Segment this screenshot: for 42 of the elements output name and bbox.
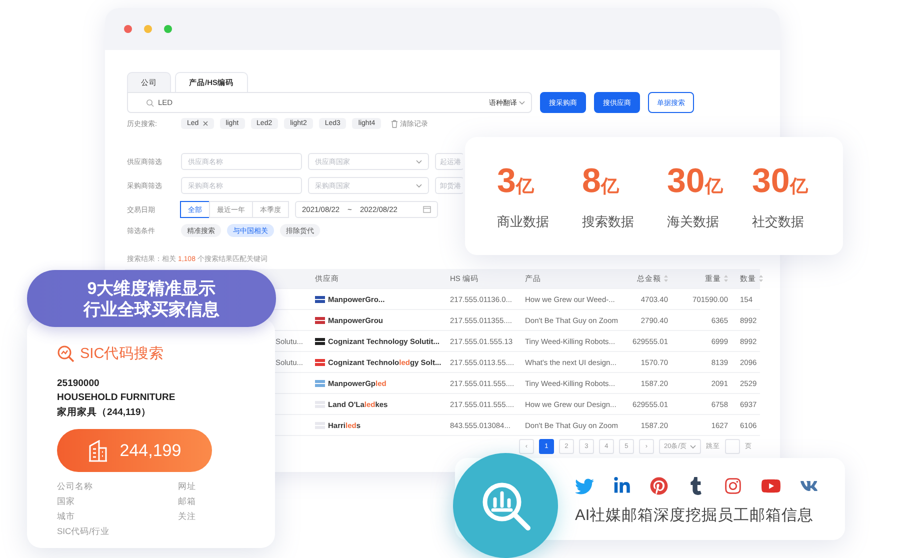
banner-text: 行业全球买家信息: [84, 298, 220, 320]
sic-code: 25190000: [57, 378, 100, 389]
stat-value: 30亿: [752, 163, 809, 202]
field-label: 关注: [178, 511, 197, 523]
stat-label: 商业数据: [497, 213, 550, 231]
close-icon[interactable]: [202, 121, 208, 126]
linkedin-icon[interactable]: [613, 477, 631, 495]
caret-icon: [690, 444, 696, 448]
search-icon: [57, 344, 75, 362]
field-label: 网址: [178, 481, 197, 493]
trash-icon: [391, 120, 398, 128]
close-dot[interactable]: [124, 25, 132, 33]
minimize-dot[interactable]: [144, 25, 152, 33]
twitter-icon[interactable]: [575, 476, 594, 496]
stat-value: 3亿: [497, 163, 535, 202]
stat-label: 搜索数据: [582, 213, 635, 231]
search-icon: [146, 98, 154, 106]
industry-name: HOUSEHOLD FURNITURE: [57, 392, 176, 403]
stat-label: 海关数据: [667, 213, 720, 231]
caret-icon: [416, 184, 422, 188]
field-label: 邮箱: [178, 496, 197, 508]
sort-icon[interactable]: [664, 275, 668, 282]
field-label: 城市: [57, 511, 76, 523]
caret-icon: [519, 100, 525, 104]
pinterest-icon[interactable]: [650, 477, 668, 495]
sort-icon[interactable]: [724, 275, 728, 282]
stat-label: 社交数据: [752, 213, 805, 231]
caret-icon: [416, 160, 422, 164]
field-label: SIC代码/行业: [57, 526, 111, 538]
social-text: AI社媒邮箱深度挖掘员工邮箱信息: [575, 506, 815, 526]
stat-value: 30亿: [667, 163, 724, 202]
stat-value: 8亿: [582, 163, 620, 202]
page-input[interactable]: [725, 439, 740, 454]
instagram-icon[interactable]: [724, 477, 742, 495]
building-icon: [88, 440, 108, 462]
industry-name: 家用家具（244,119）: [57, 406, 152, 419]
field-label: 国家: [57, 496, 76, 508]
maximize-dot[interactable]: [164, 25, 172, 33]
field-label: 公司名称: [57, 481, 94, 493]
calendar-icon: [423, 206, 431, 213]
banner-text: 9大维度精准显示: [87, 278, 216, 298]
sic-title: SIC代码搜索: [80, 345, 164, 363]
